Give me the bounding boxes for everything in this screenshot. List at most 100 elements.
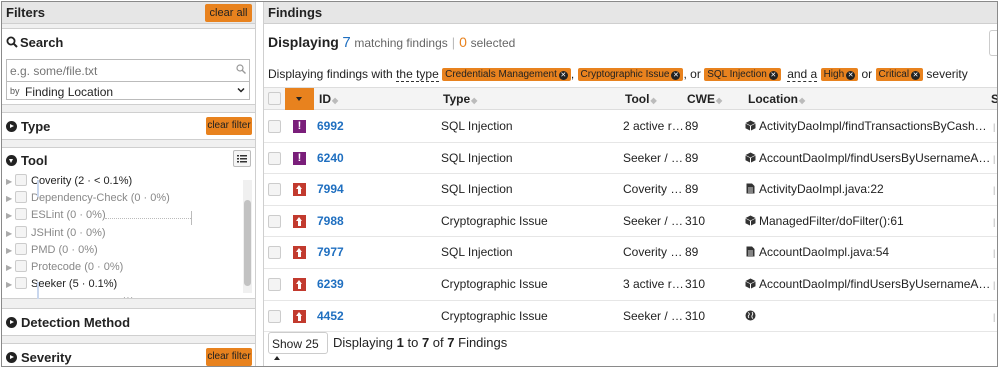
row-checkbox[interactable]	[268, 246, 281, 260]
search-icon	[6, 36, 18, 48]
row-checkbox[interactable]	[268, 214, 281, 228]
type-clear-filter-button[interactable]: clear filter	[206, 117, 252, 135]
tool-checkbox[interactable]	[15, 208, 27, 221]
search-input[interactable]	[6, 59, 250, 81]
expand-arrow-icon[interactable]: ▶	[6, 280, 15, 289]
expand-arrow-icon[interactable]: ▶	[6, 263, 15, 272]
severity-clear-filter-button[interactable]: clear filter	[206, 348, 252, 366]
sort-icon: ◆	[716, 96, 723, 105]
column-type[interactable]: Type◆	[443, 92, 477, 106]
app-frame: Filters clear all Search by Finding Loca…	[1, 1, 998, 367]
remove-chip-icon[interactable]: ✕	[558, 71, 568, 80]
finding-tool[interactable]: 3 active re...	[623, 277, 685, 291]
finding-id-link[interactable]: 7988	[317, 214, 367, 228]
row-checkbox[interactable]	[268, 278, 281, 291]
remove-chip-icon[interactable]: ✕	[768, 71, 778, 80]
list-view-button[interactable]	[233, 150, 251, 167]
tool-filter-item[interactable]: ▶ ESLint (0 · 0%)	[6, 208, 106, 225]
select-all-checkbox[interactable]	[268, 92, 281, 105]
search-by-select[interactable]: by Finding Location	[6, 81, 250, 100]
finding-location: ActivityDaoImpl.java:22	[745, 182, 991, 196]
filter-severity-label[interactable]: and a	[787, 67, 818, 82]
type-section[interactable]: Type clear filter	[2, 112, 255, 140]
expand-arrow-icon[interactable]: ▶	[6, 246, 15, 255]
type-chip[interactable]: Cryptographic Issue ✕	[577, 68, 684, 81]
page-size-button[interactable]: Show 25	[268, 332, 328, 360]
expand-arrow-icon[interactable]: ▶	[6, 211, 15, 220]
finding-tool[interactable]: 2 active re...	[623, 119, 685, 133]
finding-cwe: 310	[685, 277, 706, 291]
column-location[interactable]: Location◆	[748, 92, 805, 106]
table-row[interactable]: ! 6992 SQL Injection 2 active re... 89 Activi…	[264, 111, 997, 143]
severity-chip[interactable]: Critical ✕	[875, 68, 924, 81]
findings-panel: Findings Displaying 7 matching findings |…	[263, 2, 997, 366]
finding-cwe: 89	[685, 182, 699, 197]
tool-filter-item[interactable]: ▶ Coverity (2 · < 0.1%)	[6, 174, 132, 191]
tool-filter-item[interactable]: ▶ PMD (0 · 0%)	[6, 242, 98, 260]
expand-arrow-icon[interactable]: ▶	[6, 177, 15, 186]
table-row[interactable]: 7988 Cryptographic Issue Seeker / S... 310 M…	[264, 206, 997, 238]
row-checkbox[interactable]	[268, 183, 281, 197]
remove-chip-icon[interactable]: ✕	[846, 71, 856, 80]
row-checkbox[interactable]	[268, 151, 281, 165]
finding-id-link[interactable]: 4452	[317, 309, 367, 323]
table-row[interactable]: ! 6240 SQL Injection Seeker / S... 89 Account…	[264, 143, 997, 175]
detection-section[interactable]: Detection Method	[2, 308, 255, 336]
tool-filter-item[interactable]: ▶ Seeker (5 · 0.1%)	[6, 277, 117, 294]
column-status[interactable]: S	[991, 92, 997, 106]
clear-all-button[interactable]: clear all	[205, 4, 252, 22]
tool-checkbox[interactable]	[15, 242, 27, 255]
finding-id-link[interactable]: 7994	[317, 182, 367, 196]
remove-chip-icon[interactable]: ✕	[671, 71, 681, 80]
column-id[interactable]: ID◆	[319, 92, 338, 106]
tool-filter-item[interactable]: ▶ Protecode (0 · 0%)	[6, 260, 123, 277]
row-checkbox[interactable]	[268, 120, 281, 133]
or-label: or	[861, 67, 873, 81]
expand-arrow-icon[interactable]: ▶	[6, 194, 15, 203]
finding-id-link[interactable]: 6240	[317, 151, 367, 165]
finding-id-link[interactable]: 6239	[317, 277, 367, 291]
tool-bar-coverity	[37, 180, 39, 197]
column-cwe[interactable]: CWE◆	[687, 92, 722, 106]
table-row[interactable]: 4452 Cryptographic Issue Seeker / In... 310…	[264, 301, 997, 333]
tool-checkbox[interactable]	[15, 277, 27, 290]
table-row[interactable]: 6239 Cryptographic Issue 3 active re... 310…	[264, 269, 997, 301]
globe-icon	[745, 310, 756, 321]
tool-checkbox[interactable]	[15, 225, 27, 238]
status-marker: |	[993, 153, 996, 164]
remove-chip-icon[interactable]: ✕	[911, 71, 921, 80]
tool-guide-tick	[191, 211, 192, 225]
severity-chip[interactable]: High ✕	[820, 68, 859, 81]
sort-icon: ◆	[471, 96, 478, 105]
tool-checkbox[interactable]	[15, 191, 27, 204]
tool-count: (0 · 0%)	[58, 243, 98, 256]
table-row[interactable]: 7994 SQL Injection Coverity / ... 89 Activit…	[264, 174, 997, 206]
expand-arrow-icon[interactable]: ▶	[6, 229, 15, 238]
actions-menu-button[interactable]	[989, 30, 997, 56]
filter-type-label[interactable]: the type	[396, 67, 439, 82]
resize-grip[interactable]: ···	[123, 293, 134, 302]
tool-count: (0 · 0%)	[130, 192, 170, 205]
tool-checkbox[interactable]	[15, 174, 27, 186]
severity-sort-button[interactable]	[285, 88, 314, 110]
tool-filter-item[interactable]: ▶ JSHint (0 · 0%)	[6, 225, 106, 243]
selected-count: 0	[459, 34, 467, 50]
tool-checkbox[interactable]	[15, 260, 27, 272]
type-chip[interactable]: Credentials Management ✕	[442, 68, 571, 81]
finding-id-link[interactable]: 7977	[317, 245, 367, 259]
type-chip[interactable]: SQL Injection ✕	[704, 68, 781, 81]
finding-id-link[interactable]: 6992	[317, 119, 367, 133]
row-checkbox[interactable]	[268, 309, 281, 323]
severity-section[interactable]: Severity clear filter	[2, 343, 255, 366]
filters-header: Filters clear all	[2, 2, 255, 24]
table-row[interactable]: 7977 SQL Injection Coverity / ... 89 Account…	[264, 237, 997, 269]
tool-scrollbar[interactable]	[244, 200, 251, 286]
search-by-label: by	[10, 86, 20, 96]
sort-icon: ◆	[650, 96, 657, 105]
tool-label: Dependency-Check	[31, 192, 128, 205]
tool-filter-item[interactable]: ▶ Dependency-Check (0 · 0%)	[6, 191, 170, 208]
finding-type: SQL Injection	[441, 182, 513, 197]
tool-label: ESLint	[31, 209, 64, 222]
table-header: ID◆ Type◆ Tool◆ CWE◆ Location◆ S	[264, 87, 997, 110]
column-tool[interactable]: Tool◆	[625, 92, 657, 106]
